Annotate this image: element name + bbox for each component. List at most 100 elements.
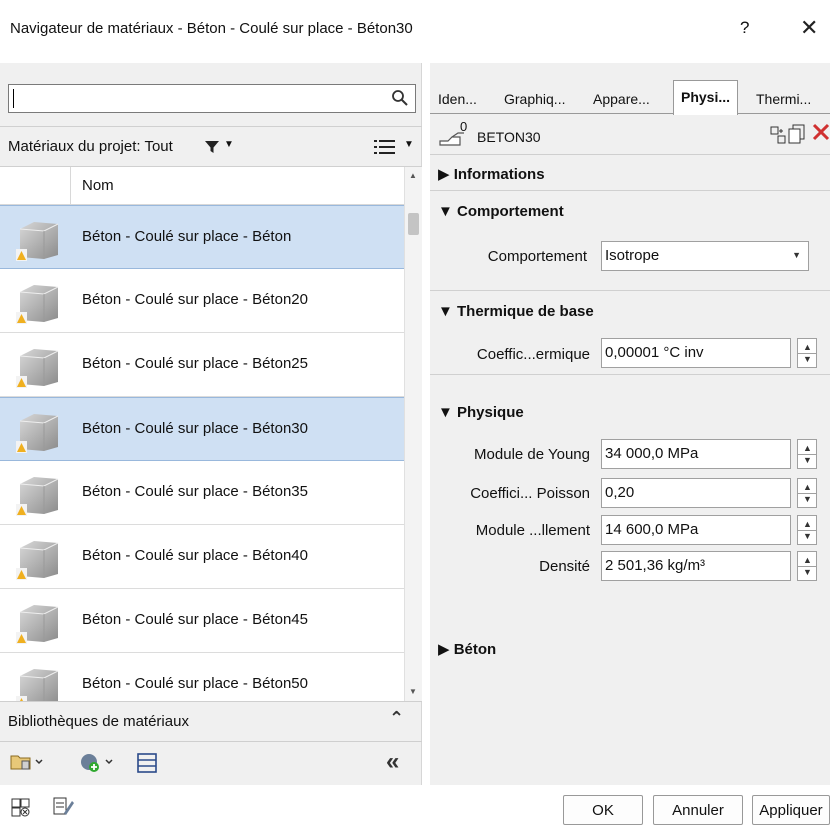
density-label: Densité bbox=[539, 558, 590, 575]
filter-icon[interactable] bbox=[204, 139, 220, 155]
list-view-icon[interactable] bbox=[374, 138, 396, 156]
comportement-label: Comportement bbox=[487, 248, 587, 265]
section-comportement-title: ▼ Comportement bbox=[438, 203, 564, 220]
section-thermique[interactable]: ▼ Thermique de base Coeffic...ermique 0,… bbox=[430, 291, 830, 375]
young-modulus-stepper[interactable]: ▲ ▼ bbox=[797, 439, 817, 469]
section-beton-title: ▶ Béton bbox=[438, 641, 497, 658]
young-modulus-label: Module de Young bbox=[474, 446, 590, 463]
material-name: Béton - Coulé sur place - Béton bbox=[82, 228, 292, 245]
material-thumbnail-icon bbox=[16, 349, 59, 388]
tab-physical[interactable]: Physi... bbox=[673, 80, 739, 115]
asset-header: 0 BETON30 bbox=[430, 115, 830, 155]
material-browser-panel: Matériaux du projet: Tout ▼ ▼ Nom Béton … bbox=[0, 63, 422, 785]
material-thumbnail-icon bbox=[16, 222, 59, 261]
help-button[interactable]: ? bbox=[740, 18, 749, 38]
material-thumbnail-icon bbox=[16, 285, 59, 324]
library-panel-icon[interactable] bbox=[136, 752, 158, 774]
edit-material-icon[interactable] bbox=[52, 795, 76, 817]
chevron-down-icon: ▼ bbox=[792, 250, 801, 260]
expand-up-icon[interactable]: ⌃ bbox=[389, 708, 404, 729]
section-informations[interactable]: ▶ Informations bbox=[430, 155, 830, 191]
material-thumbnail-icon bbox=[16, 605, 59, 644]
shear-modulus-label: Module ...llement bbox=[475, 522, 590, 539]
header-separator bbox=[70, 167, 71, 205]
libraries-label: Bibliothèques de matériaux bbox=[8, 713, 189, 730]
cancel-button[interactable]: Annuler bbox=[653, 795, 743, 825]
tab-graphics[interactable]: Graphiq... bbox=[504, 86, 565, 114]
search-icon[interactable] bbox=[391, 89, 409, 107]
table-row[interactable]: Béton - Coulé sur place - Béton35 bbox=[0, 461, 404, 525]
dialog-footer: OK Annuler Appliquer bbox=[0, 785, 830, 833]
section-thermique-title: ▼ Thermique de base bbox=[438, 303, 594, 320]
table-row[interactable]: Béton - Coulé sur place - Béton25 bbox=[0, 333, 404, 397]
density-field[interactable]: 2 501,36 kg/m³ bbox=[601, 551, 791, 581]
comportement-value: Isotrope bbox=[605, 247, 660, 264]
comportement-section-label: Comportement bbox=[457, 203, 564, 220]
table-header: Nom bbox=[0, 167, 404, 205]
young-modulus-field[interactable]: 34 000,0 MPa bbox=[601, 439, 791, 469]
section-physique[interactable]: ▼ Physique Module de Young 34 000,0 MPa … bbox=[430, 375, 830, 615]
material-name: Béton - Coulé sur place - Béton25 bbox=[82, 355, 308, 372]
scrollbar-thumb[interactable] bbox=[408, 213, 419, 235]
duplicate-asset-icon[interactable] bbox=[788, 124, 806, 144]
library-toolbar: « bbox=[0, 741, 422, 785]
section-comportement[interactable]: ▼ Comportement Comportement Isotrope ▼ bbox=[430, 191, 830, 291]
informations-label: Informations bbox=[453, 166, 545, 183]
material-name: Béton - Coulé sur place - Béton50 bbox=[82, 675, 308, 692]
thermique-section-label: Thermique de base bbox=[457, 303, 594, 320]
thermal-expansion-stepper[interactable]: ▲ ▼ bbox=[797, 338, 817, 368]
delete-asset-icon[interactable] bbox=[812, 123, 830, 141]
table-row[interactable]: Béton - Coulé sur place - Béton bbox=[0, 205, 404, 269]
thermal-expansion-label: Coeffic...ermique bbox=[476, 346, 590, 363]
poisson-field[interactable]: 0,20 bbox=[601, 478, 791, 508]
table-row[interactable]: Béton - Coulé sur place - Béton20 bbox=[0, 269, 404, 333]
material-name: Béton - Coulé sur place - Béton30 bbox=[82, 420, 308, 437]
thermal-expansion-field[interactable]: 0,00001 °C inv bbox=[601, 338, 791, 368]
comportement-select[interactable]: Isotrope ▼ bbox=[601, 241, 809, 271]
close-button[interactable]: ✕ bbox=[800, 15, 818, 41]
beton-section-label: Béton bbox=[453, 641, 497, 658]
filter-label: Matériaux du projet: Tout bbox=[8, 138, 173, 155]
density-stepper[interactable]: ▲ ▼ bbox=[797, 551, 817, 581]
window-title: Navigateur de matériaux - Béton - Coulé … bbox=[10, 20, 413, 37]
column-header-name[interactable]: Nom bbox=[82, 177, 114, 194]
tab-identity[interactable]: Iden... bbox=[438, 86, 477, 114]
section-beton[interactable]: ▶ Béton bbox=[430, 628, 830, 664]
scroll-up-arrow-icon[interactable]: ▲ bbox=[409, 171, 417, 180]
scroll-down-arrow-icon[interactable]: ▼ bbox=[409, 687, 417, 696]
physique-section-label: Physique bbox=[457, 404, 524, 421]
material-thumbnail-icon bbox=[16, 414, 59, 453]
material-name: Béton - Coulé sur place - Béton20 bbox=[82, 291, 308, 308]
folder-library-icon[interactable] bbox=[10, 752, 44, 772]
filter-bar: Matériaux du projet: Tout ▼ ▼ bbox=[0, 126, 422, 166]
search-input[interactable] bbox=[8, 84, 416, 113]
add-material-icon[interactable] bbox=[80, 752, 120, 774]
shear-modulus-field[interactable]: 14 600,0 MPa bbox=[601, 515, 791, 545]
table-row[interactable]: Béton - Coulé sur place - Béton45 bbox=[0, 589, 404, 653]
materials-table: Nom Béton - Coulé sur place - Béton Béton… bbox=[0, 166, 422, 701]
table-row[interactable]: Béton - Coulé sur place - Béton50 bbox=[0, 653, 404, 701]
asset-tabs: Iden... Graphiq... Appare... Physi... Th… bbox=[430, 80, 830, 115]
apply-button[interactable]: Appliquer bbox=[752, 795, 830, 825]
asset-editor-panel: Iden... Graphiq... Appare... Physi... Th… bbox=[430, 63, 830, 785]
tab-thermal[interactable]: Thermi... bbox=[756, 86, 811, 114]
shear-modulus-stepper[interactable]: ▲ ▼ bbox=[797, 515, 817, 545]
text-caret bbox=[13, 89, 14, 108]
tab-appearance[interactable]: Appare... bbox=[593, 86, 650, 114]
section-informations-title: ▶ Informations bbox=[438, 166, 545, 183]
table-row[interactable]: Béton - Coulé sur place - Béton40 bbox=[0, 525, 404, 589]
table-row[interactable]: Béton - Coulé sur place - Béton30 bbox=[0, 397, 404, 461]
poisson-stepper[interactable]: ▲ ▼ bbox=[797, 478, 817, 508]
vertical-scrollbar[interactable]: ▲ ▼ bbox=[404, 167, 422, 701]
asset-name: BETON30 bbox=[477, 129, 541, 145]
libraries-bar: Bibliothèques de matériaux ⌃ bbox=[0, 701, 422, 741]
section-physique-title: ▼ Physique bbox=[438, 404, 524, 421]
view-dropdown-icon[interactable]: ▼ bbox=[404, 139, 414, 150]
collapse-icon[interactable]: « bbox=[386, 748, 399, 776]
replace-asset-icon[interactable] bbox=[770, 126, 786, 144]
material-thumbnail-icon bbox=[16, 477, 59, 516]
title-bar: Navigateur de matériaux - Béton - Coulé … bbox=[0, 0, 830, 50]
ok-button[interactable]: OK bbox=[563, 795, 643, 825]
asset-browser-icon[interactable] bbox=[10, 797, 32, 819]
filter-dropdown-icon[interactable]: ▼ bbox=[224, 139, 234, 150]
